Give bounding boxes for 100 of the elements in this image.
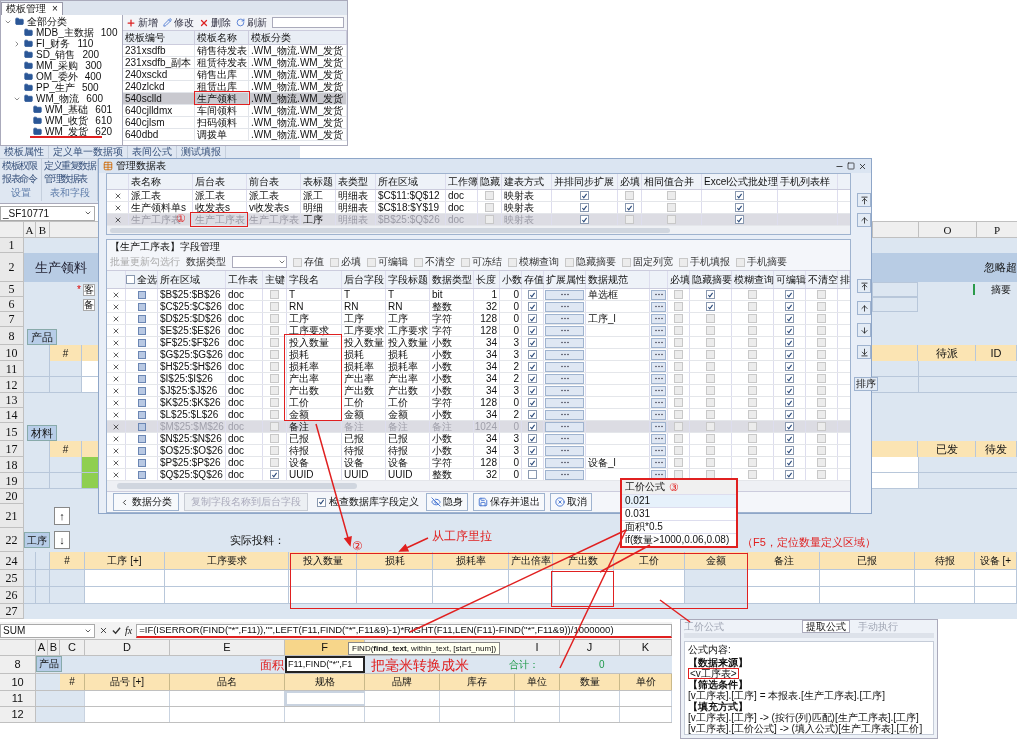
checkbox[interactable] — [785, 338, 794, 347]
more-button[interactable] — [545, 409, 584, 420]
table-row[interactable]: $D$25:$D$26 doc 工序 工序 工序 字符 128 0 工序_l — [107, 313, 850, 325]
more-button[interactable] — [651, 349, 666, 360]
checkbox[interactable] — [625, 203, 634, 212]
delete-icon[interactable] — [112, 350, 120, 359]
table-row[interactable]: $G$25:$G$26 doc 损耗 损耗 损耗 小数 34 3 — [107, 349, 850, 361]
checkbox[interactable] — [528, 338, 537, 347]
checkbox[interactable] — [706, 302, 715, 311]
more-button[interactable] — [651, 337, 666, 348]
table-row[interactable]: $H$25:$H$26 doc 损耗率 损耗率 损耗率 小数 34 2 — [107, 361, 850, 373]
cancel-icon[interactable] — [99, 626, 108, 635]
table-row[interactable]: 240xsckd 销售出库 .WM_物流.WM_发货 — [123, 69, 347, 81]
more-button[interactable] — [545, 361, 584, 372]
checkbox[interactable] — [580, 215, 589, 224]
ribbon-button[interactable]: 报表命令 — [2, 172, 39, 185]
checkbox[interactable] — [785, 386, 794, 395]
more-button[interactable] — [651, 445, 666, 456]
checkbox[interactable] — [785, 326, 794, 335]
delete-icon[interactable] — [112, 362, 120, 371]
row-checkbox[interactable] — [137, 314, 146, 323]
more-button[interactable] — [545, 433, 584, 444]
row-checkbox[interactable] — [137, 326, 146, 335]
dialog-button[interactable]: 隐身 — [426, 493, 468, 511]
delete-icon[interactable] — [113, 215, 122, 224]
checkbox[interactable] — [528, 470, 537, 479]
dialog-button[interactable]: 保存并退出 — [473, 493, 545, 511]
move-top-button[interactable] — [857, 193, 871, 207]
tree-item[interactable]: OM_委外 — [36, 71, 78, 82]
checkbox[interactable] — [528, 302, 537, 311]
checkbox[interactable] — [528, 326, 537, 335]
delete-icon[interactable] — [112, 470, 120, 479]
list-item[interactable]: 0.021 — [622, 494, 736, 507]
table-row[interactable]: $K$25:$K$26 doc 工价 工价 工价 字符 128 0 — [107, 397, 850, 409]
table-row[interactable]: $I$25:$I$26 doc 产出率 产出率 产出率 小数 34 2 — [107, 373, 850, 385]
table-row[interactable]: 231xsdfb 销售待发表 .WM_物流.WM_发货 — [123, 45, 347, 57]
checkbox[interactable] — [528, 374, 537, 383]
delete-icon[interactable] — [112, 446, 120, 455]
more-button[interactable] — [651, 409, 666, 420]
arrow-button[interactable]: ↓ — [54, 531, 70, 549]
more-button[interactable] — [545, 457, 584, 468]
more-button[interactable] — [545, 301, 584, 312]
row-checkbox[interactable] — [137, 338, 146, 347]
delete-icon[interactable] — [112, 458, 120, 467]
delete-icon[interactable] — [112, 290, 120, 299]
table-row[interactable]: $O$25:$O$26 doc 待报 待报 待报 小数 34 3 — [107, 445, 850, 457]
table-row[interactable]: $N$25:$N$26 doc 已报 已报 已报 小数 34 3 — [107, 433, 850, 445]
tree-item[interactable]: FI_财务 — [36, 38, 71, 49]
checkbox[interactable] — [785, 410, 794, 419]
more-button[interactable] — [545, 385, 584, 396]
row-checkbox[interactable] — [137, 398, 146, 407]
move-up-button[interactable] — [857, 213, 871, 227]
table-row[interactable]: 生产领料单s 收发表s v收发表s 明细 明细表 $C$18:$Y$19 doc 映射表 — [107, 202, 850, 214]
more-button[interactable] — [545, 469, 584, 480]
row-checkbox[interactable] — [137, 458, 146, 467]
checkbox[interactable] — [706, 290, 715, 299]
checkbox[interactable] — [528, 410, 537, 419]
ribbon-button[interactable]: 定义重复数据 — [44, 159, 95, 172]
name-box[interactable]: SUM — [0, 623, 95, 638]
move-down-button[interactable] — [857, 323, 871, 337]
more-button[interactable] — [651, 397, 666, 408]
checkbox[interactable] — [528, 458, 537, 467]
table-row[interactable]: $J$25:$J$26 doc 产出数 产出数 产出数 小数 34 3 — [107, 385, 850, 397]
move-top-button[interactable] — [857, 279, 871, 293]
checkbox[interactable] — [528, 446, 537, 455]
tree-item[interactable]: MDB_主数据 — [36, 27, 94, 38]
more-button[interactable] — [545, 445, 584, 456]
table-cell[interactable]: F11,FIND("*",F1 — [285, 656, 365, 673]
row-checkbox[interactable] — [137, 302, 146, 311]
checkbox[interactable] — [785, 458, 794, 467]
table-row[interactable]: $F$25:$F$26 doc 投入数量 投入数量 投入数量 小数 34 3 — [107, 337, 850, 349]
toolbar-button[interactable]: 新增 — [126, 17, 158, 28]
more-button[interactable] — [651, 385, 666, 396]
table-row[interactable]: 640cjlldmx 车间领料 .WM_物流.WM_发货 — [123, 105, 347, 117]
more-button[interactable] — [545, 325, 584, 336]
delete-icon[interactable] — [112, 410, 120, 419]
row-checkbox[interactable] — [137, 446, 146, 455]
table-row[interactable]: 540sclld 生产领料 .WM_物流.WM_发货 — [123, 93, 347, 105]
checkbox[interactable] — [528, 386, 537, 395]
row-checkbox[interactable] — [137, 470, 146, 479]
delete-icon[interactable] — [112, 386, 120, 395]
toolbar-button[interactable]: 刷新 — [236, 17, 267, 28]
search-field[interactable] — [272, 17, 344, 28]
table-row[interactable]: 240zlckd 租赁出库 .WM_物流.WM_发货 — [123, 81, 347, 93]
checkbox[interactable] — [785, 398, 794, 407]
more-button[interactable] — [651, 313, 666, 324]
list-item[interactable]: 0.031 — [622, 507, 736, 520]
more-button[interactable] — [545, 397, 584, 408]
dialog-button[interactable]: 数据分类 — [113, 493, 179, 511]
row-checkbox[interactable] — [137, 350, 146, 359]
sort-button[interactable]: 排序 — [854, 377, 878, 391]
more-button[interactable] — [651, 325, 666, 336]
tree-item[interactable]: WM_基础 — [45, 104, 89, 115]
more-button[interactable] — [651, 301, 666, 312]
check-icon[interactable] — [112, 626, 121, 635]
tree-item[interactable]: WM_收货 — [45, 115, 89, 126]
table-row[interactable]: 派工表 派工表 派工表 派工 明细表 $C$11:$Q$12 doc 映射表 — [107, 190, 850, 202]
more-button[interactable] — [651, 457, 666, 468]
more-button[interactable] — [545, 373, 584, 384]
checkbox[interactable] — [785, 350, 794, 359]
